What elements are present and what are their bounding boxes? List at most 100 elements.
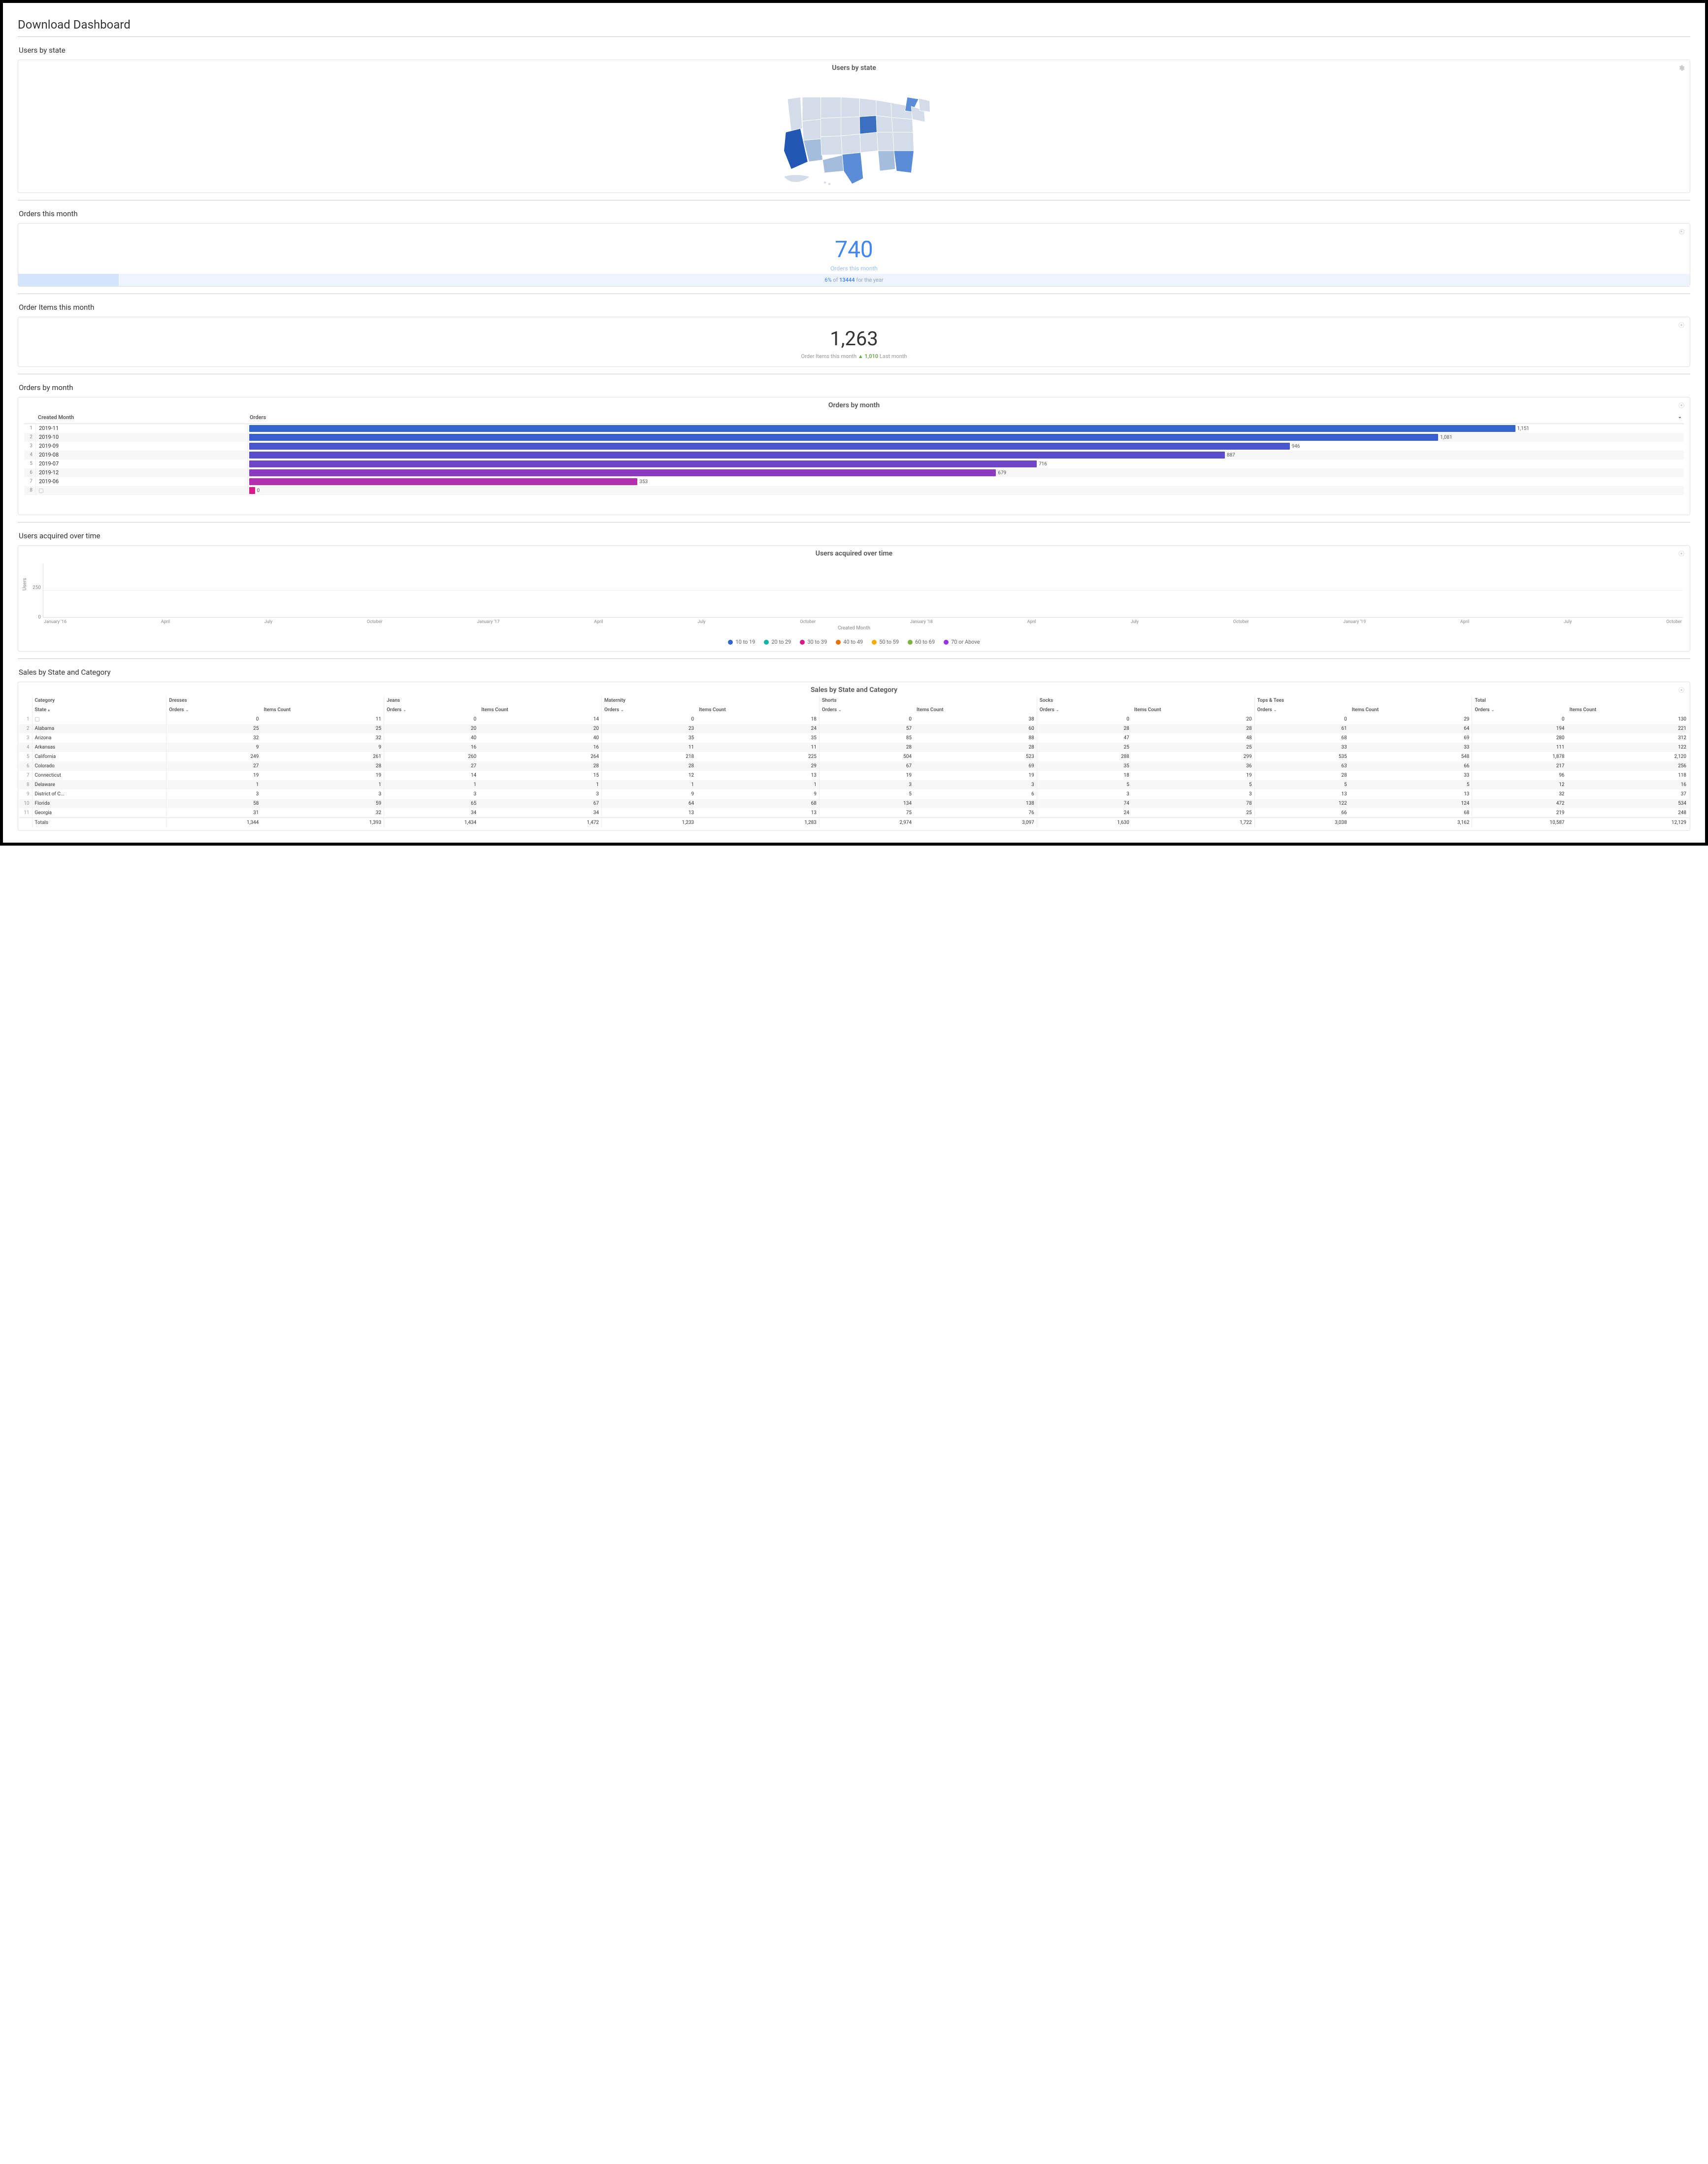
col-items-total[interactable]: Items Count <box>1567 705 1689 715</box>
totals-value: 3,162 <box>1349 818 1472 828</box>
col-orders[interactable]: Orders⌄ <box>1037 705 1132 715</box>
cell-value: 3 <box>914 780 1037 789</box>
kpi-progress: 6% of 13444 for the year <box>18 274 1690 286</box>
cell-orders: 0 <box>248 487 1684 494</box>
table-row[interactable]: 62019-12679 <box>24 468 1684 477</box>
table-row[interactable]: 10110140180380200290130 <box>19 715 1689 724</box>
section-label-orders-month: Orders this month <box>19 209 1690 218</box>
table-row[interactable]: 5California24926126026421822550452328829… <box>19 752 1689 761</box>
cell-value: 25 <box>166 724 262 733</box>
cell-value: 1 <box>384 780 479 789</box>
col-group[interactable]: Socks <box>1037 696 1254 705</box>
cell-value: 523 <box>914 752 1037 761</box>
col-state[interactable]: State▴ <box>32 705 166 715</box>
col-items[interactable]: Items Count <box>479 705 601 715</box>
col-orders-total[interactable]: Orders⌄ <box>1472 705 1567 715</box>
table-row[interactable]: 80 <box>24 486 1684 495</box>
col-group[interactable]: Jeans <box>384 696 602 705</box>
table-row[interactable]: 22019-101,081 <box>24 433 1684 442</box>
table-row[interactable]: 8Delaware1111113355551216 <box>19 780 1689 789</box>
col-orders[interactable]: Orders⌄ <box>166 705 262 715</box>
gear-icon[interactable] <box>1678 401 1685 408</box>
null-icon <box>39 489 43 493</box>
stacked-bar-chart[interactable]: Users 250 0 <box>25 563 1683 618</box>
x-tick: April <box>161 620 170 624</box>
table-row[interactable]: 7Connecticut1919141512131919181928339611… <box>19 771 1689 780</box>
kpi-order-items[interactable]: 1,263 Order Items this month ▲ 1,010 Las… <box>18 317 1690 366</box>
row-index: 4 <box>19 743 32 752</box>
col-group[interactable]: Shorts <box>819 696 1037 705</box>
table-row[interactable]: 12019-111,151 <box>24 424 1684 433</box>
table-row[interactable]: 52019-07716 <box>24 459 1684 468</box>
gear-icon[interactable] <box>1678 64 1685 71</box>
col-orders[interactable]: Orders⌄ <box>1254 705 1349 715</box>
legend-item[interactable]: 40 to 49 <box>836 639 863 645</box>
col-category[interactable]: Category <box>32 696 166 705</box>
cell-total-orders: 96 <box>1472 771 1567 780</box>
cell-value: 18 <box>696 715 819 724</box>
col-orders[interactable]: Orders⌄ <box>248 411 1684 424</box>
table-row[interactable]: 72019-06353 <box>24 477 1684 486</box>
cell-value: 32 <box>166 733 262 743</box>
gear-icon[interactable] <box>1678 228 1685 234</box>
bar-label: 1,151 <box>1517 426 1529 431</box>
table-row[interactable]: 32019-09946 <box>24 442 1684 451</box>
cell-value: 225 <box>696 752 819 761</box>
col-group[interactable]: Dresses <box>166 696 384 705</box>
row-index: 7 <box>24 477 36 486</box>
legend-item[interactable]: 50 to 59 <box>872 639 899 645</box>
cell-value: 11 <box>261 715 384 724</box>
col-group[interactable]: Tops & Tees <box>1254 696 1472 705</box>
row-index: 9 <box>19 789 32 799</box>
col-orders[interactable]: Orders⌄ <box>819 705 914 715</box>
cell-value: 74 <box>1037 799 1132 808</box>
table-row[interactable]: 10Florida5859656764681341387478122124472… <box>19 799 1689 808</box>
totals-value: 1,722 <box>1132 818 1254 828</box>
x-axis: January '16AprilJulyOctoberJanuary '17Ap… <box>43 618 1683 624</box>
col-orders[interactable]: Orders⌄ <box>602 705 697 715</box>
gear-icon[interactable] <box>1678 550 1685 557</box>
col-orders[interactable]: Orders⌄ <box>384 705 479 715</box>
table-row[interactable]: 42019-08887 <box>24 451 1684 459</box>
cell-value: 19 <box>1132 771 1254 780</box>
cell-value: 1 <box>602 780 697 789</box>
table-row[interactable]: 2Alabama252520202324576028286164194221 <box>19 724 1689 733</box>
table-row[interactable]: 11Georgia313234341313757624256668219248 <box>19 808 1689 818</box>
col-group-total[interactable]: Total <box>1472 696 1689 705</box>
legend-item[interactable]: 30 to 39 <box>800 639 827 645</box>
col-items[interactable]: Items Count <box>261 705 384 715</box>
sales-table[interactable]: CategoryDressesJeansMaternityShortsSocks… <box>19 696 1689 827</box>
bar-label: 887 <box>1227 453 1235 458</box>
x-axis-label: Created Month <box>25 625 1683 631</box>
col-created-month[interactable]: Created Month <box>36 411 248 424</box>
kpi-orders-this-month[interactable]: 740 Orders this month <box>18 224 1690 274</box>
us-map[interactable] <box>18 74 1690 193</box>
cell-value: 67 <box>819 761 914 771</box>
card-orders-this-month: 740 Orders this month 6% of 13444 for th… <box>18 223 1690 287</box>
cell-value: 13 <box>696 808 819 818</box>
legend-item[interactable]: 10 to 19 <box>728 639 755 645</box>
table-row[interactable]: 3Arizona323240403535858847486869280312 <box>19 733 1689 743</box>
row-index: 6 <box>24 468 36 477</box>
chevron-down-icon: ⌄ <box>1678 414 1682 420</box>
cell-state: Delaware <box>32 780 166 789</box>
col-group[interactable]: Maternity <box>602 696 820 705</box>
x-tick: July <box>264 620 272 624</box>
cell-value: 31 <box>166 808 262 818</box>
gear-icon[interactable] <box>1678 321 1685 328</box>
table-row[interactable]: 4Arkansas9916161111282825253333111122 <box>19 743 1689 752</box>
legend-item[interactable]: 60 to 69 <box>908 639 935 645</box>
col-items[interactable]: Items Count <box>914 705 1037 715</box>
col-items[interactable]: Items Count <box>1132 705 1254 715</box>
cell-state: Colorado <box>32 761 166 771</box>
legend-item[interactable]: 70 or Above <box>944 639 980 645</box>
table-row[interactable]: 6Colorado272827282829676935366366217256 <box>19 761 1689 771</box>
cell-value: 28 <box>1132 724 1254 733</box>
col-items[interactable]: Items Count <box>1349 705 1472 715</box>
legend-item[interactable]: 20 to 29 <box>764 639 791 645</box>
gear-icon[interactable] <box>1678 686 1685 693</box>
col-items[interactable]: Items Count <box>696 705 819 715</box>
sort-asc-icon: ▴ <box>48 708 50 712</box>
table-row[interactable]: 9District of C...333399563313133237 <box>19 789 1689 799</box>
x-tick: January '19 <box>1343 620 1366 624</box>
